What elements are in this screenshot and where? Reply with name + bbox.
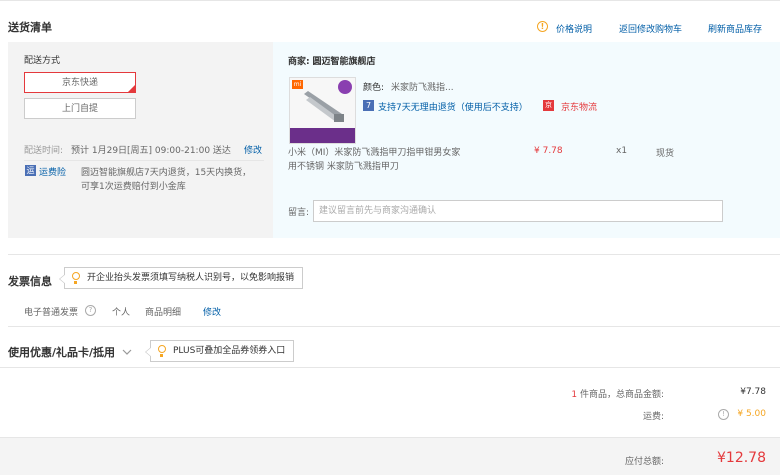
- coupon-tip-text: PLUS可叠加全品券领券入口: [173, 346, 286, 356]
- delivery-time-modify-link[interactable]: 修改: [244, 143, 262, 156]
- info-icon: !: [537, 21, 548, 32]
- refresh-stock-link[interactable]: 刷新商品库存: [708, 22, 762, 35]
- total-value: ¥12.78: [717, 450, 766, 466]
- shipping-option-jd-express[interactable]: 京东快递: [24, 72, 136, 93]
- insurance-desc-line2: 可享1次运费赔付到小金库: [81, 182, 186, 192]
- color-value: 米家防飞溅指...: [391, 83, 454, 93]
- freight-insurance-link[interactable]: 运费险: [39, 165, 66, 178]
- chevron-down-icon: [122, 349, 132, 355]
- coupon-section-toggle[interactable]: 使用优惠/礼品卡/抵用: [8, 344, 132, 360]
- freight-label: 运费:: [642, 412, 664, 422]
- divider: [24, 160, 264, 161]
- product-quantity: x1: [616, 146, 628, 156]
- product-thumbnail[interactable]: mi: [289, 77, 356, 144]
- invoice-modify-link[interactable]: 修改: [203, 305, 221, 318]
- remark-label: 留言:: [288, 208, 310, 218]
- store-row: 商家: 圆迈智能旗舰店: [288, 54, 376, 67]
- divider: [8, 326, 780, 327]
- return-policy-text: 支持7天无理由退货（使用后不支持）: [378, 103, 528, 113]
- page-title: 送货清单: [8, 21, 52, 34]
- product-name-line2[interactable]: 用不锈钢 米家防飞溅指甲刀: [288, 159, 399, 172]
- product-price: ¥ 7.78: [534, 146, 563, 156]
- divider: [8, 254, 780, 255]
- invoice-type: 电子普通发票: [24, 308, 79, 318]
- shipping-panel: 配送方式 京东快递 上门自提 配送时间: 预计 1月29日[周五] 09:00-…: [8, 42, 273, 238]
- invoice-title: 发票信息: [8, 275, 52, 288]
- color-label: 颜色:: [363, 83, 385, 93]
- coupon-tip[interactable]: PLUS可叠加全品券领券入口: [144, 340, 295, 362]
- item-total-label: 1 件商品，总商品金额:: [571, 387, 664, 400]
- item-label: 件商品，总商品金额:: [579, 390, 664, 400]
- jd-logistics-icon: 京: [543, 100, 554, 111]
- freight-info-icon[interactable]: !: [718, 409, 729, 420]
- item-count: 1: [571, 390, 578, 400]
- return-policy-icon: 7: [363, 100, 374, 111]
- store-name: 圆迈智能旗舰店: [312, 57, 376, 67]
- invoice-tip: 开企业抬头发票须填写纳税人识别号，以免影响报销: [58, 267, 304, 289]
- item-total-value: ¥7.78: [740, 387, 766, 397]
- store-label: 商家:: [288, 57, 310, 67]
- nail-clipper-image: [304, 91, 344, 122]
- divider: [0, 367, 780, 368]
- help-icon[interactable]: ?: [85, 305, 96, 316]
- stock-status: 现货: [656, 149, 675, 159]
- price-note-link[interactable]: 价格说明: [556, 22, 592, 35]
- jd-logistics-text: 京东物流: [561, 103, 598, 113]
- remark-input[interactable]: [313, 200, 723, 222]
- back-to-cart-link[interactable]: 返回修改购物车: [619, 22, 682, 35]
- delivery-time-label: 配送时间:: [24, 146, 64, 156]
- shipping-method-label: 配送方式: [24, 56, 61, 66]
- shipping-option-pickup[interactable]: 上门自提: [24, 98, 136, 119]
- insurance-badge-icon: 运: [25, 165, 36, 176]
- coupon-title: 使用优惠/礼品卡/抵用: [8, 346, 116, 359]
- insurance-desc-line1: 圆迈智能旗舰店7天内退货，15天内换货，: [81, 168, 252, 178]
- invoice-content: 商品明细: [145, 308, 182, 318]
- invoice-tip-text: 开企业抬头发票须填写纳税人识别号，以免影响报销: [87, 273, 295, 283]
- total-label: 应付总额:: [624, 457, 664, 467]
- delivery-time-value: 预计 1月29日[周五] 09:00-21:00 送达: [71, 146, 231, 156]
- invoice-holder: 个人: [112, 308, 131, 318]
- top-divider: [0, 0, 780, 1]
- freight-value: ¥ 5.00: [737, 409, 766, 419]
- lightbulb-icon: [72, 272, 80, 284]
- product-name-line1[interactable]: 小米（MI）米家防飞溅指甲刀指甲钳男女家: [288, 145, 460, 158]
- product-promo-banner: [290, 128, 355, 143]
- lightbulb-icon: [158, 345, 166, 357]
